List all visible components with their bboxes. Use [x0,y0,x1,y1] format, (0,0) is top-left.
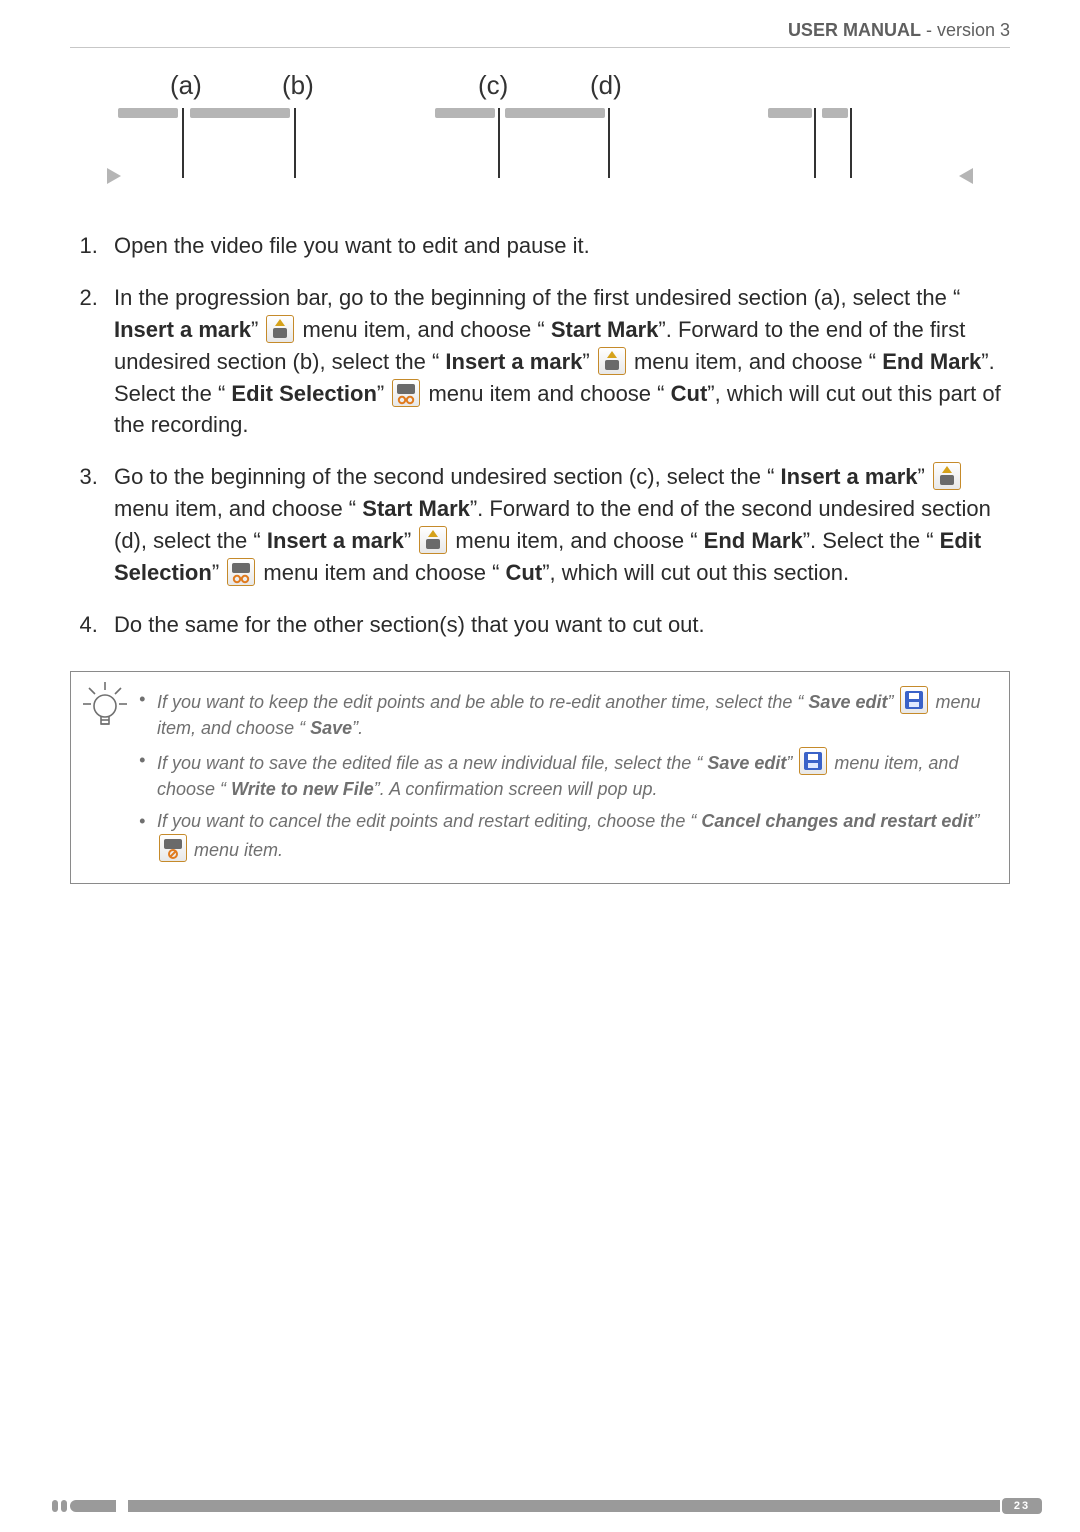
step-1: Open the video file you want to edit and… [104,230,1010,262]
insert-mark-icon [598,347,626,375]
insert-mark-icon [933,462,961,490]
timeline-diagram: (a) (b) (c) (d) [110,70,970,200]
diagram-label-c: (c) [478,70,508,101]
step-2: In the progression bar, go to the beginn… [104,282,1010,441]
diagram-label-a: (a) [170,70,202,101]
step-3: Go to the beginning of the second undesi… [104,461,1010,589]
diagram-label-b: (b) [282,70,314,101]
insert-mark-icon [419,526,447,554]
page-footer: 23 [0,1500,1080,1518]
instruction-list: Open the video file you want to edit and… [70,230,1010,641]
manual-title-rest: - version 3 [926,20,1010,40]
diagram-label-d: (d) [590,70,622,101]
timeline-end-icon [959,168,973,184]
edit-selection-icon [392,379,420,407]
floppy-disk-icon [900,686,928,714]
lightbulb-icon [81,680,129,734]
page-header: USER MANUAL - version 3 [70,20,1010,48]
edit-selection-icon [227,558,255,586]
insert-mark-icon [266,315,294,343]
tip-2: If you want to save the edited file as a… [139,747,995,802]
tip-box: If you want to keep the edit points and … [70,671,1010,885]
cancel-edit-icon [159,834,187,862]
step-4: Do the same for the other section(s) tha… [104,609,1010,641]
tip-3: If you want to cancel the edit points an… [139,808,995,863]
floppy-disk-icon [799,747,827,775]
tip-1: If you want to keep the edit points and … [139,686,995,741]
page-number: 23 [1002,1498,1042,1514]
manual-title-bold: USER MANUAL [788,20,921,40]
timeline-start-icon [107,168,121,184]
